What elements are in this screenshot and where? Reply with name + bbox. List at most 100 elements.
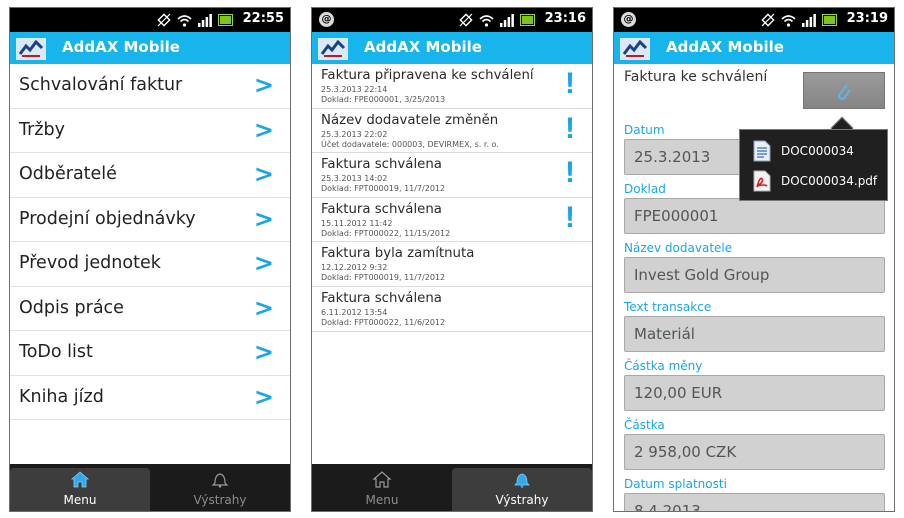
bell-icon <box>211 473 229 488</box>
attachment-item-pdf[interactable]: DOC000034.pdf <box>740 166 887 196</box>
alert-date: 25.3.2013 14:02 <box>321 174 388 184</box>
attachment-name: DOC000034.pdf <box>781 174 878 188</box>
field-nazev-dodavatele[interactable]: Invest Gold Group <box>624 257 885 293</box>
alert-item[interactable]: Faktura schválena 6.11.2012 13:54 Doklad… <box>312 287 592 332</box>
wifi-icon <box>177 14 192 27</box>
field-castka-meny[interactable]: 120,00 EUR <box>624 375 885 411</box>
exclamation-icon: ! <box>565 111 575 145</box>
menu-item-label: Odpis práce <box>19 297 124 318</box>
menu-item-todo-list[interactable]: ToDo list > <box>10 331 290 376</box>
attachments-popup: DOC000034 DOC000034.pdf <box>739 129 888 201</box>
tab-alerts[interactable]: Výstrahy <box>452 468 592 511</box>
menu-item-prodejni-objednavky[interactable]: Prodejní objednávky > <box>10 198 290 242</box>
tab-bar: Menu Výstrahy <box>10 464 290 511</box>
status-icons <box>459 12 536 28</box>
addax-logo-icon <box>16 38 46 60</box>
status-icons <box>761 12 838 28</box>
chevron-right-icon: > <box>253 71 274 99</box>
alert-date: 25.3.2013 22:02 <box>321 129 388 139</box>
attachment-item-doc[interactable]: DOC000034 <box>740 136 887 166</box>
app-bar: AddAX Mobile <box>10 32 290 64</box>
status-time: 23:19 <box>846 11 888 26</box>
chevron-right-icon: > <box>253 160 274 188</box>
alert-date: 25.3.2013 22:14 <box>321 85 388 94</box>
menu-item-odberatele[interactable]: Odběratelé > <box>10 153 290 198</box>
menu-item-schvalovani-faktur[interactable]: Schvalování faktur > <box>10 64 290 109</box>
status-time: 23:16 <box>544 11 586 26</box>
battery-icon <box>218 14 233 26</box>
alert-item[interactable]: Faktura byla zamítnuta 12.12.2012 9:32 D… <box>312 242 592 287</box>
alert-item[interactable]: Faktura schválena 15.11.2012 11:42 Dokla… <box>312 198 592 243</box>
signal-icon <box>802 13 816 27</box>
wifi-icon <box>781 14 796 27</box>
app-bar: AddAX Mobile <box>312 32 592 64</box>
menu-item-label: Převod jednotek <box>19 253 161 273</box>
alert-list: Faktura připravena ke schválení 25.3.201… <box>312 64 592 332</box>
alert-title: Faktura připravena ke schválení <box>321 68 534 83</box>
field-label-datum: Datum <box>624 123 665 137</box>
chevron-right-icon: > <box>253 293 274 322</box>
field-label-datum-splatnosti: Datum splatnosti <box>624 477 727 491</box>
attachments-button[interactable] <box>803 72 885 109</box>
alert-title: Název dodavatele změněn <box>321 112 499 128</box>
at-sign-icon: @ <box>319 12 334 27</box>
chevron-right-icon: > <box>253 204 274 233</box>
alert-detail: Doklad: FPT000022, 11/6/2012 <box>321 317 446 327</box>
rotate-icon <box>459 13 473 27</box>
alert-item[interactable]: Faktura schválena 25.3.2013 14:02 Doklad… <box>312 153 592 198</box>
field-label-doklad: Doklad <box>624 182 666 196</box>
tab-alerts[interactable]: Výstrahy <box>150 464 290 511</box>
home-icon <box>372 471 392 488</box>
document-icon <box>753 140 771 162</box>
field-doklad[interactable]: FPE000001 <box>624 198 885 234</box>
alert-date: 15.11.2012 11:42 <box>321 218 393 228</box>
field-label-castka: Částka <box>624 418 665 432</box>
chevron-right-icon: > <box>253 338 274 366</box>
chevron-right-icon: > <box>253 382 274 411</box>
menu-item-label: Tržby <box>19 119 65 140</box>
alert-item[interactable]: Faktura připravena ke schválení 25.3.201… <box>312 64 592 109</box>
menu-item-kniha-jizd[interactable]: Kniha jízd > <box>10 376 290 420</box>
page-title: Faktura ke schválení <box>624 69 768 85</box>
paperclip-icon <box>838 84 851 100</box>
alert-detail: Doklad: FPT000022, 11/15/2012 <box>321 228 451 238</box>
at-sign-icon: @ <box>621 12 636 27</box>
addax-logo-icon <box>318 38 348 60</box>
phone-screen-alerts: @ 23:16 AddAX Mobile Faktura připravena … <box>311 7 593 512</box>
rotate-icon <box>157 13 171 27</box>
status-bar: 22:55 <box>10 8 290 32</box>
tab-alerts-label: Výstrahy <box>495 493 549 507</box>
menu-item-prevod-jednotek[interactable]: Převod jednotek > <box>10 242 290 287</box>
menu-item-odpis-prace[interactable]: Odpis práce > <box>10 287 290 331</box>
app-title: AddAX Mobile <box>62 38 180 56</box>
app-title: AddAX Mobile <box>666 38 784 56</box>
alert-date: 6.11.2012 13:54 <box>321 307 388 317</box>
alert-title: Faktura schválena <box>321 290 442 306</box>
alert-item[interactable]: Název dodavatele změněn 25.3.2013 22:02 … <box>312 109 592 154</box>
menu-item-label: Kniha jízd <box>19 386 104 407</box>
menu-list: Schvalování faktur > Tržby > Odběratelé > P… <box>10 64 290 420</box>
alert-date: 12.12.2012 9:32 <box>321 263 388 273</box>
alert-title: Faktura schválena <box>321 157 442 173</box>
menu-item-label: ToDo list <box>19 342 93 362</box>
field-label-text-transakce: Text transakce <box>624 300 712 314</box>
home-icon <box>70 471 90 488</box>
exclamation-icon: ! <box>565 156 575 190</box>
phone-screen-menu: 22:55 AddAX Mobile Schvalování faktur > T… <box>9 7 291 512</box>
field-datum-splatnosti[interactable]: 8.4.2013 <box>624 493 885 511</box>
battery-icon <box>822 14 837 26</box>
exclamation-icon: ! <box>565 200 575 234</box>
status-bar: @ 23:19 <box>614 8 894 32</box>
exclamation-icon: ! <box>565 67 575 100</box>
alert-detail: Doklad: FPE000001, 3/25/2013 <box>321 95 446 104</box>
battery-icon <box>520 14 535 26</box>
field-text-transakce[interactable]: Materiál <box>624 316 885 352</box>
field-castka[interactable]: 2 958,00 CZK <box>624 434 885 470</box>
menu-item-label: Schvalování faktur <box>19 75 183 95</box>
tab-menu[interactable]: Menu <box>312 464 452 511</box>
rotate-icon <box>761 13 775 27</box>
tab-menu[interactable]: Menu <box>10 468 150 511</box>
menu-item-trzby[interactable]: Tržby > <box>10 109 290 153</box>
tab-alerts-label: Výstrahy <box>193 493 247 507</box>
alert-title: Faktura byla zamítnuta <box>321 246 475 262</box>
